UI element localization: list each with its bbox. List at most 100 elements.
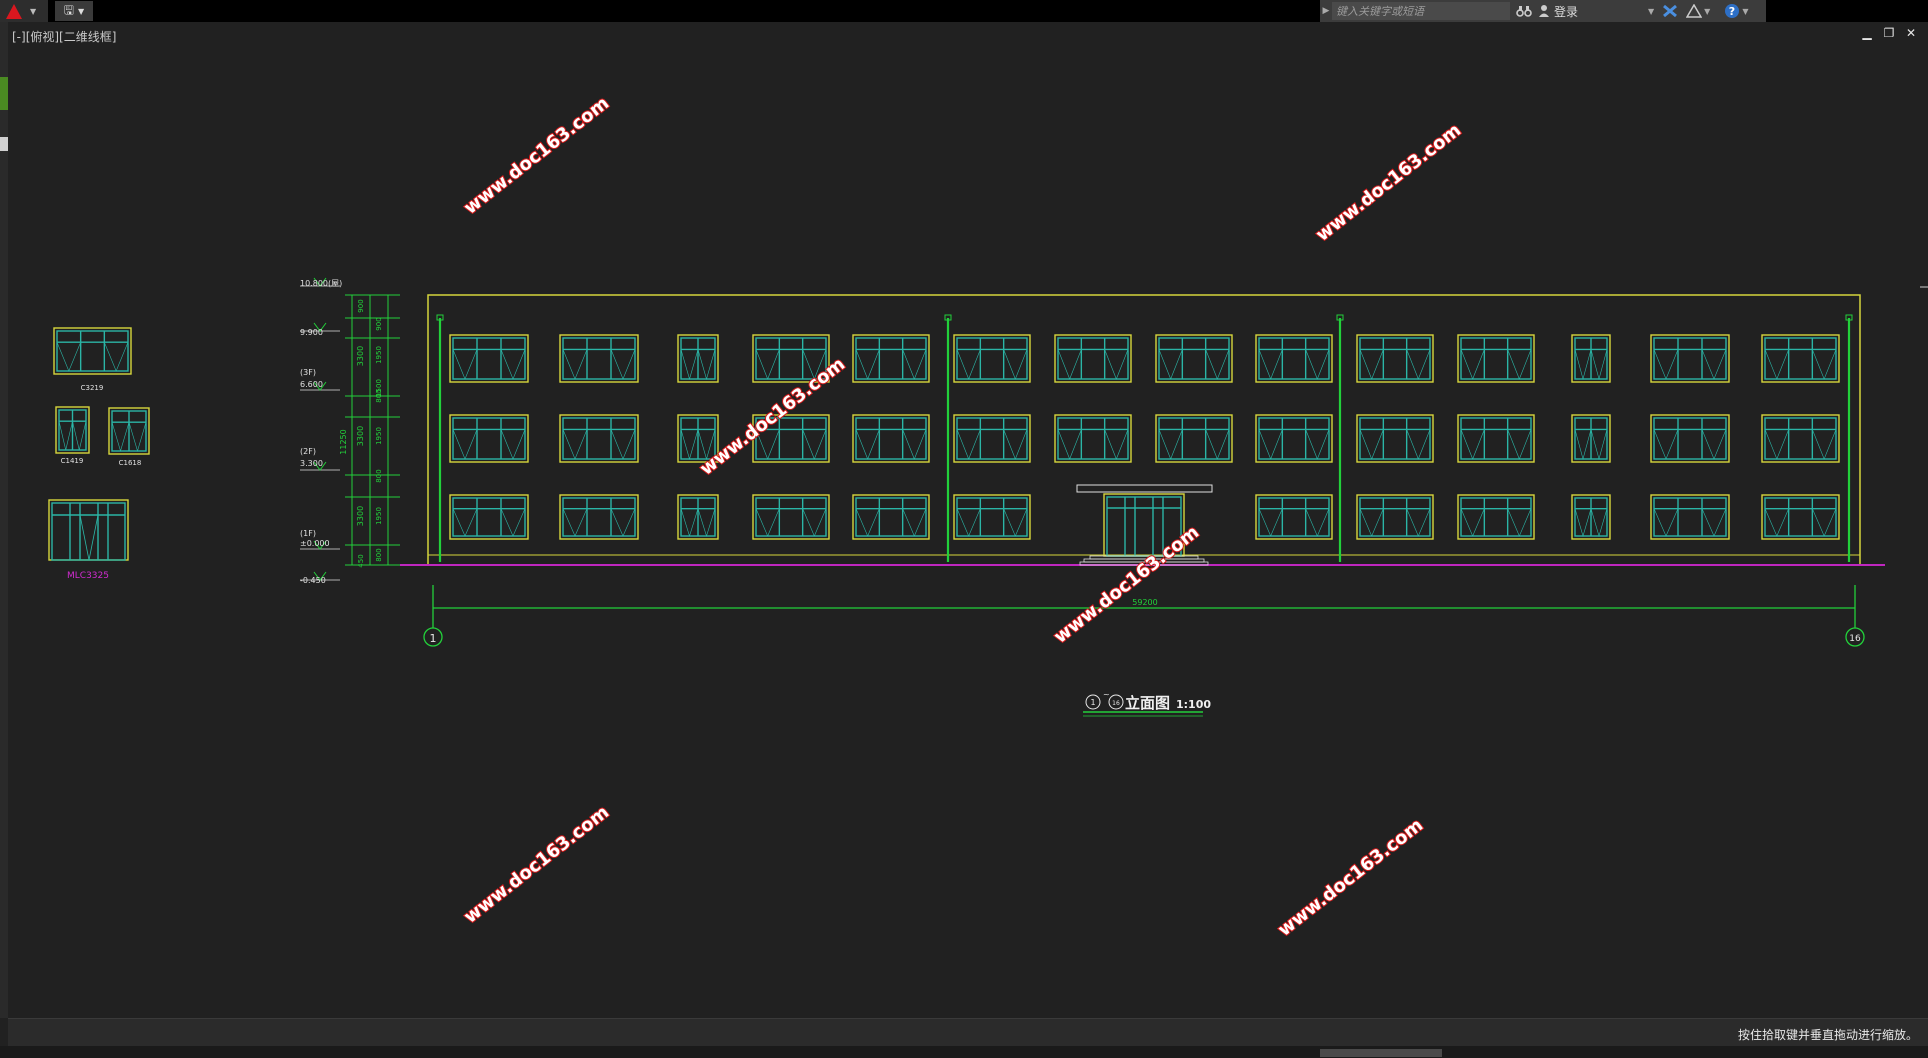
watermark: www.doc163.com xyxy=(460,802,613,928)
chevron-down-icon[interactable]: ▼ xyxy=(1704,7,1710,16)
window-frame xyxy=(559,334,639,383)
window-frame xyxy=(1650,334,1730,383)
window-swing xyxy=(562,349,588,380)
chevron-down-icon: ▼ xyxy=(78,6,85,16)
window-sash xyxy=(1158,417,1230,460)
door-swing xyxy=(79,514,99,561)
window-swing xyxy=(680,349,699,381)
drawing-scale: 1:100 xyxy=(1176,698,1211,711)
help-icon[interactable]: ? xyxy=(1724,3,1740,19)
binoculars-search-icon[interactable] xyxy=(1516,4,1532,18)
window-swing xyxy=(1460,429,1485,460)
window xyxy=(852,494,930,540)
window xyxy=(55,406,90,454)
window-sash xyxy=(562,417,636,460)
window xyxy=(1457,334,1535,383)
window-swing xyxy=(128,422,147,453)
window-swing xyxy=(1590,349,1608,381)
left-edge-green-marker xyxy=(0,77,8,110)
window-sash xyxy=(56,330,129,372)
window-frame xyxy=(1054,334,1132,383)
window-sash xyxy=(1764,497,1837,537)
window-swing xyxy=(1574,349,1592,381)
window-frame xyxy=(1650,494,1730,540)
overall-dimension-text: 59200 xyxy=(1132,598,1157,607)
window-swing xyxy=(1701,429,1727,460)
window-swing xyxy=(1812,508,1837,537)
horizontal-scrollbar[interactable] xyxy=(0,1046,1928,1058)
elevation-mark: 10.800(屋) xyxy=(300,279,342,288)
axis-number: 1 xyxy=(430,632,437,645)
scrollbar-thumb[interactable] xyxy=(1320,1049,1442,1057)
window-frame xyxy=(1155,334,1233,383)
quick-access-save-button[interactable]: 🖫 ▼ xyxy=(55,1,93,21)
window xyxy=(953,414,1031,463)
window-swing xyxy=(72,421,87,451)
infocenter-toolbar: 登录 ▼ ▼ ? ▼ xyxy=(1512,0,1766,22)
chevron-right-icon[interactable]: ▶ xyxy=(1320,6,1332,16)
window xyxy=(559,334,639,383)
drawing-canvas[interactable]: C3219 C1419 C1618 MLC3325 10.800(屋) 9.90… xyxy=(8,22,1928,1018)
window-frame xyxy=(1255,414,1333,463)
window-frame xyxy=(1457,494,1535,540)
title-tilde: ~ xyxy=(1103,690,1110,699)
window-swing xyxy=(104,342,129,372)
window-frame xyxy=(852,334,930,383)
window xyxy=(1571,494,1611,540)
window-frame xyxy=(1255,494,1333,540)
window-swing xyxy=(1104,349,1129,380)
autodesk-app-icon[interactable] xyxy=(1686,4,1703,18)
window-swing xyxy=(452,508,478,537)
window-sash xyxy=(1057,417,1129,460)
window-sash xyxy=(1359,337,1431,380)
title-axis-number: 16 xyxy=(1112,700,1120,707)
window-frame xyxy=(852,494,930,540)
window-frame xyxy=(1761,414,1840,463)
window-swing xyxy=(755,349,780,380)
window-swing xyxy=(1653,429,1679,460)
window xyxy=(559,414,639,463)
window-swing xyxy=(755,508,780,537)
window-swing xyxy=(1590,429,1608,461)
window xyxy=(1457,494,1535,540)
legend-label: C1618 xyxy=(119,459,142,467)
left-edge-white-marker xyxy=(0,137,8,151)
window xyxy=(1054,414,1132,463)
svg-text:?: ? xyxy=(1729,5,1735,18)
window xyxy=(1650,334,1730,383)
search-input[interactable] xyxy=(1332,2,1510,20)
user-icon xyxy=(1538,4,1550,18)
window-swing xyxy=(855,508,880,537)
window xyxy=(1356,494,1434,540)
chevron-down-icon[interactable]: ▼ xyxy=(1648,7,1654,16)
window-frame xyxy=(1356,414,1434,463)
window-frame xyxy=(953,334,1031,383)
window-swing xyxy=(1003,429,1028,460)
window xyxy=(1571,334,1611,383)
sign-in-button[interactable]: 登录 xyxy=(1554,3,1578,20)
dimension-text: 800 xyxy=(375,548,383,561)
window-swing xyxy=(1574,508,1592,538)
dimension-text: 11250 xyxy=(339,429,348,454)
window-sash xyxy=(1653,417,1727,460)
application-menu-button[interactable]: ▼ xyxy=(0,0,48,22)
window-swing xyxy=(1653,508,1679,537)
window-swing xyxy=(956,508,981,537)
exchange-x-icon[interactable] xyxy=(1662,4,1678,18)
infocenter-search: ▶ xyxy=(1320,0,1512,22)
window-swing xyxy=(1258,508,1283,537)
window xyxy=(953,334,1031,383)
window-sash xyxy=(562,337,636,380)
window xyxy=(1255,334,1333,383)
window-sash xyxy=(855,497,927,537)
window-swing xyxy=(1104,429,1129,460)
window-frame xyxy=(559,494,639,540)
dimension-text: 1950 xyxy=(375,507,383,525)
window-swing xyxy=(1590,508,1608,538)
window-sash xyxy=(1359,497,1431,537)
dimension-text: 3300 xyxy=(356,346,365,366)
chevron-down-icon[interactable]: ▼ xyxy=(1742,7,1748,16)
watermark: www.doc163.com xyxy=(1312,120,1465,246)
window-swing xyxy=(1764,349,1789,380)
dimension-text: 800 xyxy=(375,469,383,482)
